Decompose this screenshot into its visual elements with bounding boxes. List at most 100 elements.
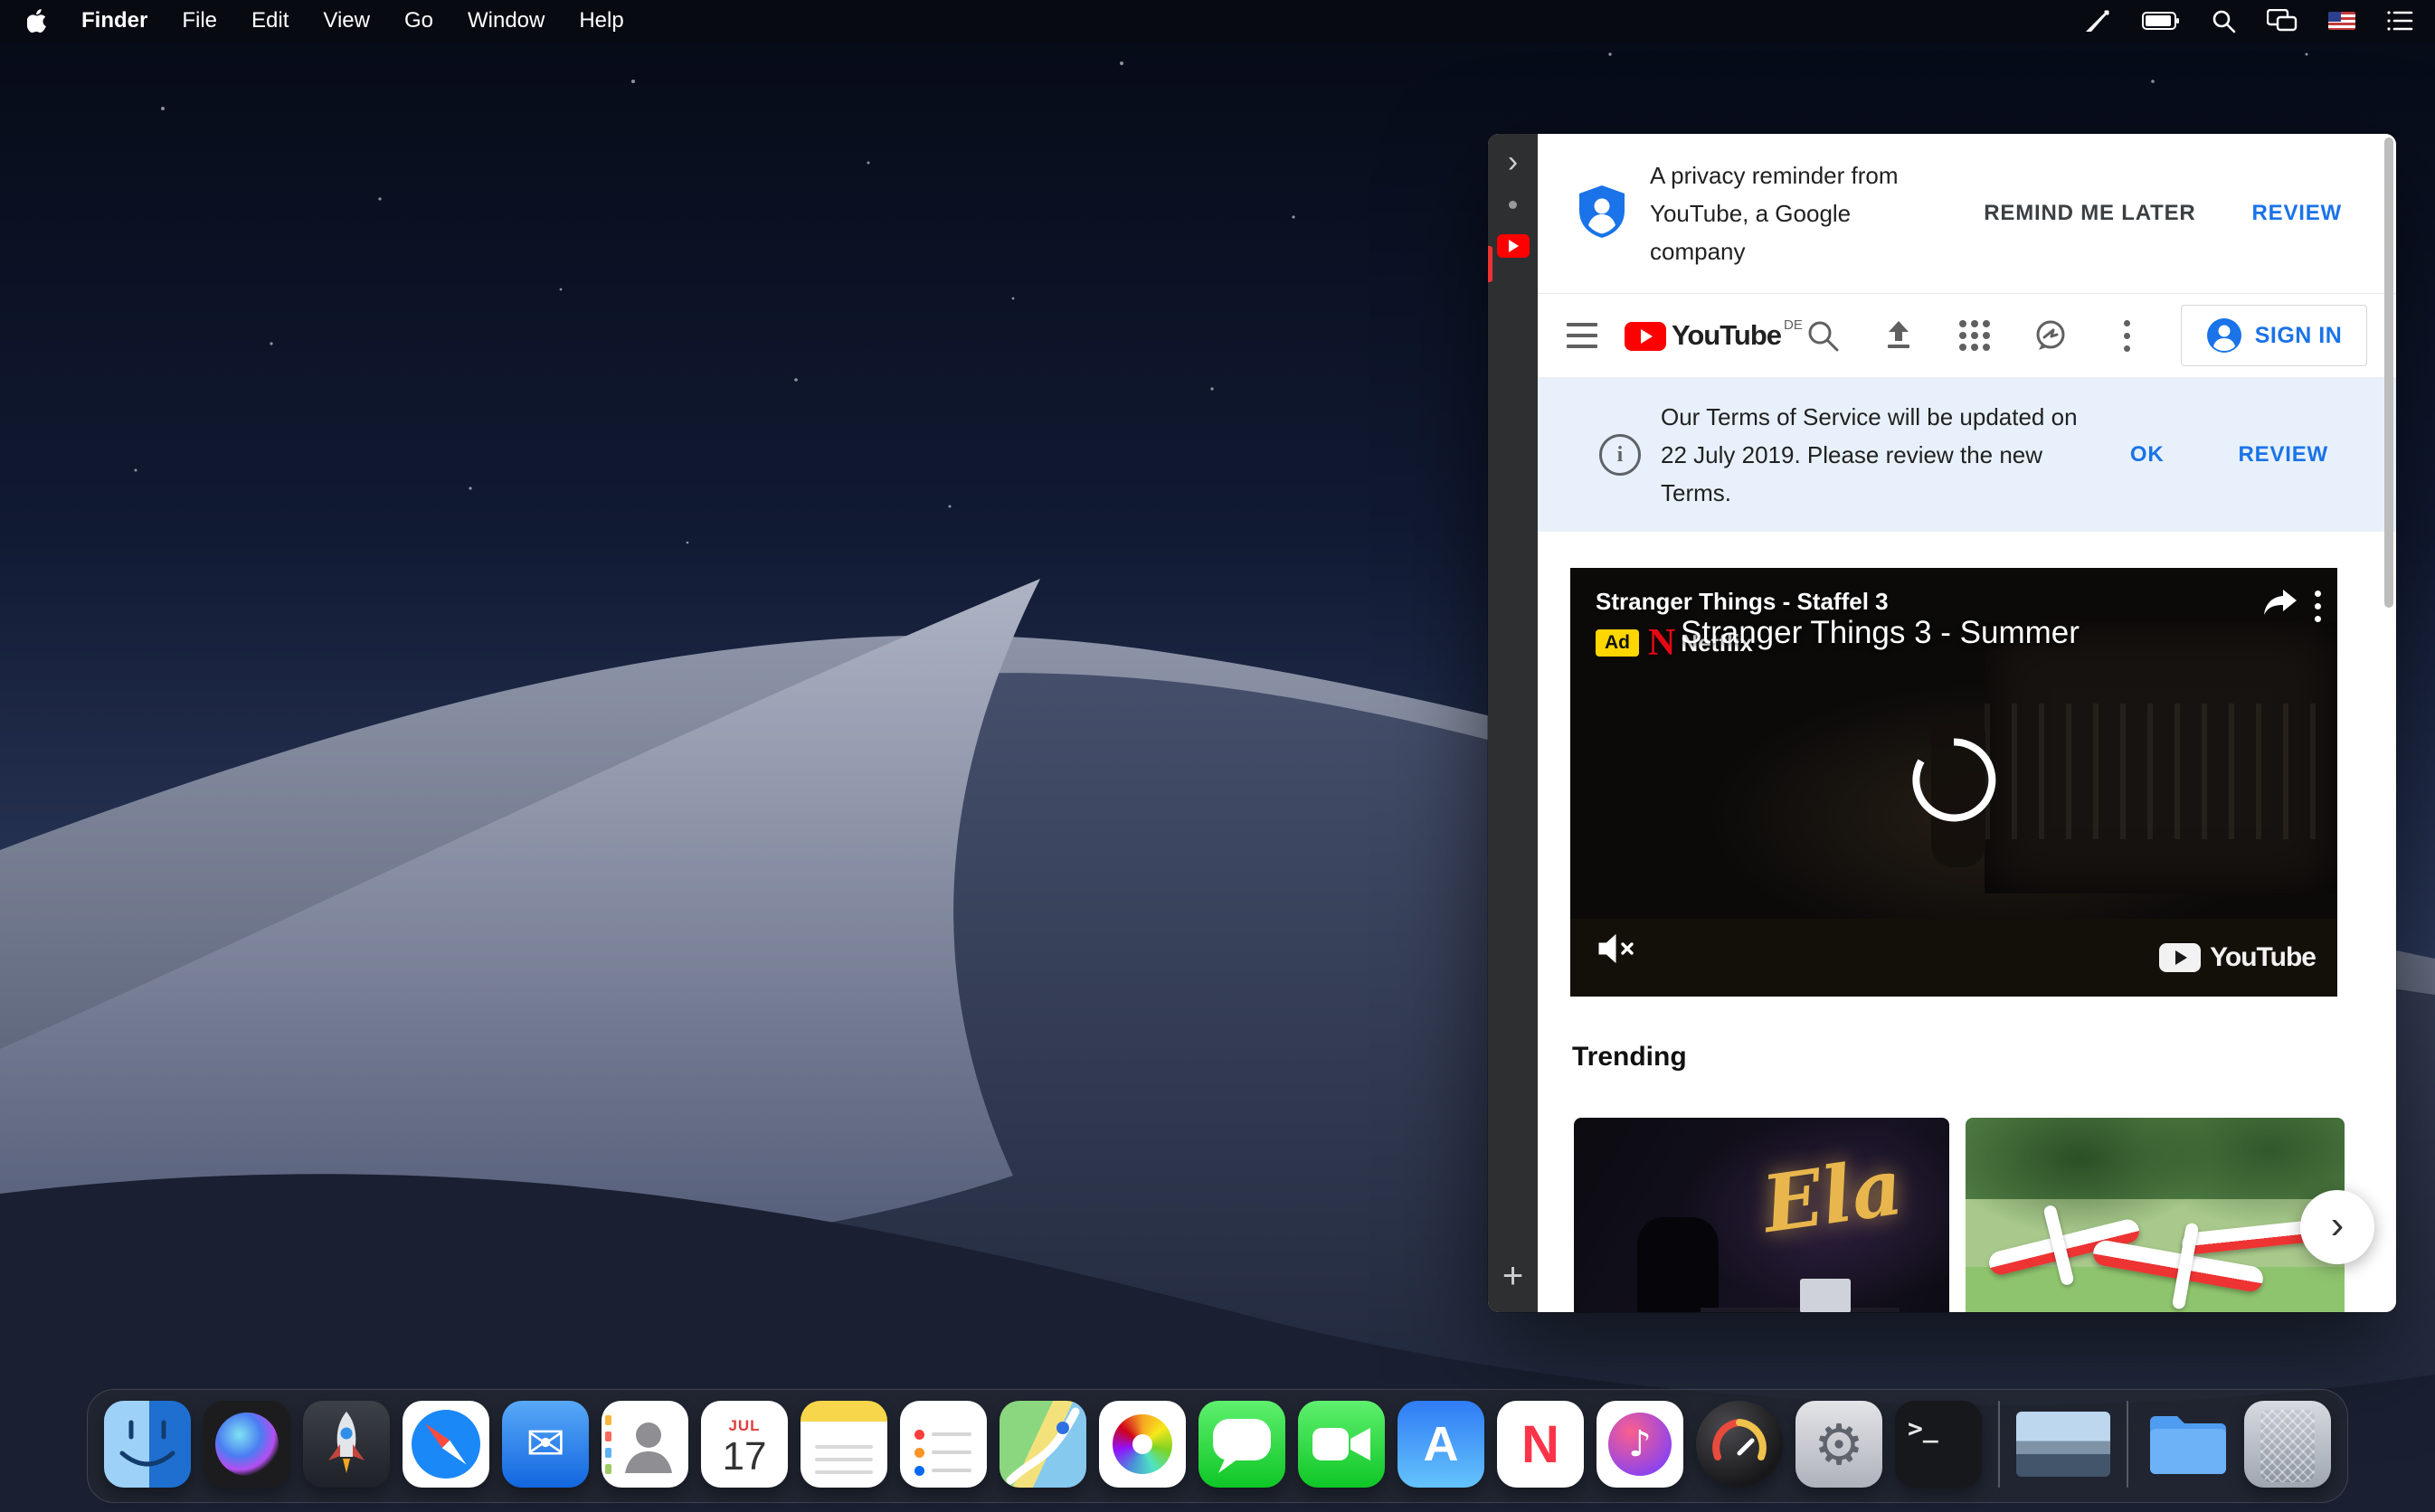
upload-icon[interactable]	[1881, 317, 1917, 354]
dock-news-icon[interactable]: N	[1497, 1401, 1584, 1488]
ad-title: Stranger Things - Staffel 3	[1596, 588, 1889, 616]
messages-bubble-icon[interactable]	[2032, 317, 2069, 354]
dock-trash-icon[interactable]	[2244, 1401, 2331, 1488]
loading-spinner	[1909, 735, 1999, 830]
dock-reminders-icon[interactable]	[900, 1401, 987, 1488]
terms-update-banner: i Our Terms of Service will be updated o…	[1538, 378, 2396, 532]
menu-bar: Finder File Edit View Go Window Help	[0, 0, 2435, 42]
dock-siri-icon[interactable]	[204, 1401, 290, 1488]
dock-launchpad-icon[interactable]	[303, 1401, 390, 1488]
youtube-service-icon[interactable]	[1497, 234, 1530, 258]
music-note-glyph: ♪	[1628, 1423, 1652, 1465]
menu-item-view[interactable]: View	[323, 8, 370, 33]
add-service-button[interactable]: +	[1502, 1258, 1523, 1294]
input-source-flag-icon[interactable]	[2328, 6, 2355, 35]
privacy-reminder-banner: A privacy reminder from YouTube, a Googl…	[1538, 134, 2396, 294]
dock-finder-icon[interactable]	[104, 1401, 191, 1488]
spotlight-search-icon[interactable]	[2211, 6, 2236, 35]
dock-photos-icon[interactable]	[1099, 1401, 1186, 1488]
youtube-watermark-play-icon	[2159, 943, 2201, 972]
dock-terminal-icon[interactable]: >_	[1895, 1401, 1982, 1488]
trending-thumb-music-video[interactable]: Ela	[1574, 1118, 1949, 1312]
chevron-right-icon: ›	[2331, 1205, 2345, 1245]
terms-ok-button[interactable]: OK	[2130, 442, 2165, 468]
privacy-message: A privacy reminder from YouTube, a Googl…	[1650, 156, 1938, 270]
sign-in-button[interactable]: SIGN IN	[2181, 305, 2367, 366]
dock: ✉ JUL 17	[87, 1389, 2348, 1503]
dock-messages-icon[interactable]	[1199, 1401, 1285, 1488]
menu-item-file[interactable]: File	[182, 8, 217, 33]
hamburger-menu-icon[interactable]	[1567, 323, 1597, 348]
share-icon[interactable]	[2262, 590, 2297, 623]
remind-me-later-button[interactable]: REMIND ME LATER	[1984, 201, 2195, 226]
menu-item-edit[interactable]: Edit	[251, 8, 289, 33]
dock-screenshot-preview[interactable]	[2016, 1412, 2110, 1477]
youtube-watermark: YouTube	[2159, 942, 2316, 973]
search-icon[interactable]	[1805, 317, 1841, 354]
notification-center-icon[interactable]	[2386, 6, 2413, 35]
calendar-month: JUL	[728, 1417, 760, 1435]
youtube-watermark-text: YouTube	[2210, 942, 2316, 973]
mute-icon[interactable]	[1597, 932, 1637, 969]
avatar-icon	[2206, 317, 2242, 354]
news-n-glyph: N	[1521, 1414, 1559, 1475]
dock-notes-icon[interactable]	[801, 1401, 887, 1488]
active-service-indicator	[1488, 246, 1492, 282]
desktop: Finder File Edit View Go Window Help	[0, 0, 2435, 1512]
youtube-page: A privacy reminder from YouTube, a Googl…	[1538, 134, 2396, 1312]
battery-status-icon[interactable]	[2142, 6, 2180, 35]
dock-downloads-folder-icon[interactable]	[2145, 1401, 2231, 1488]
dock-maps-icon[interactable]	[1000, 1401, 1086, 1488]
dock-facetime-icon[interactable]	[1298, 1401, 1385, 1488]
displays-status-icon[interactable]	[2267, 6, 2298, 35]
envelope-icon: ✉	[526, 1417, 565, 1471]
ad-badge: Ad	[1596, 629, 1639, 657]
sidebar-expand-chevron-icon[interactable]: ›	[1508, 146, 1518, 177]
thumb-ela-title: Ela	[1758, 1141, 1909, 1251]
workspace-sidebar: › +	[1488, 134, 1538, 1312]
dock-itunes-icon[interactable]: ♪	[1596, 1401, 1683, 1488]
video-player[interactable]: Stranger Things - Staffel 3 Ad N Netflix…	[1570, 568, 2337, 997]
trending-thumb-model-planes[interactable]	[1966, 1118, 2345, 1312]
terms-message: Our Terms of Service will be updated on …	[1661, 398, 2097, 512]
menu-app-name[interactable]: Finder	[81, 8, 147, 33]
dock-system-preferences-icon[interactable]: ⚙	[1795, 1401, 1882, 1488]
dock-safari-icon[interactable]	[403, 1401, 489, 1488]
calendar-day: 17	[723, 1437, 767, 1477]
trending-shelf: Ela	[1574, 1118, 2396, 1312]
dock-calendar-icon[interactable]: JUL 17	[701, 1401, 788, 1488]
dock-separator	[2127, 1401, 2128, 1488]
netflix-logo-icon: N	[1648, 624, 1675, 662]
carousel-next-button[interactable]: ›	[2300, 1190, 2374, 1264]
sign-in-label: SIGN IN	[2255, 323, 2343, 349]
appstore-a-glyph: A	[1424, 1416, 1459, 1472]
pen-tablet-status-icon[interactable]	[2084, 6, 2111, 35]
player-kebab-menu-icon[interactable]	[2315, 591, 2321, 622]
dock-dashboard-icon[interactable]	[1696, 1401, 1783, 1488]
youtube-region-label: DE	[1784, 317, 1803, 333]
privacy-shield-icon	[1576, 184, 1628, 244]
dock-appstore-icon[interactable]: A	[1398, 1401, 1484, 1488]
terms-review-button[interactable]: REVIEW	[2239, 442, 2328, 468]
menu-item-help[interactable]: Help	[579, 8, 623, 33]
terminal-prompt-glyph: >_	[1908, 1413, 1938, 1443]
youtube-logo-text: YouTube	[1672, 319, 1781, 352]
kebab-menu-icon[interactable]	[2108, 317, 2145, 354]
dock-mail-icon[interactable]: ✉	[502, 1401, 589, 1488]
youtube-logo[interactable]: YouTube DE	[1625, 319, 1803, 352]
apple-menu-icon[interactable]	[27, 6, 47, 35]
dock-contacts-icon[interactable]	[602, 1401, 688, 1488]
menu-item-window[interactable]: Window	[468, 8, 545, 33]
video-overlay-title: Stranger Things 3 - Summer	[1681, 615, 2080, 651]
dock-separator	[1998, 1401, 2000, 1488]
sidebar-service-dot[interactable]	[1509, 201, 1517, 209]
window-scrollbar[interactable]	[2384, 137, 2393, 608]
youtube-header: YouTube DE	[1538, 294, 2396, 378]
video-scene-porch	[1985, 704, 2337, 839]
trending-heading: Trending	[1572, 1042, 2396, 1073]
info-icon: i	[1599, 434, 1641, 476]
youtube-apps-grid-icon[interactable]	[1957, 317, 1993, 354]
privacy-review-button[interactable]: REVIEW	[2252, 201, 2342, 226]
thumb-laptop	[1800, 1279, 1851, 1312]
menu-item-go[interactable]: Go	[404, 8, 433, 33]
